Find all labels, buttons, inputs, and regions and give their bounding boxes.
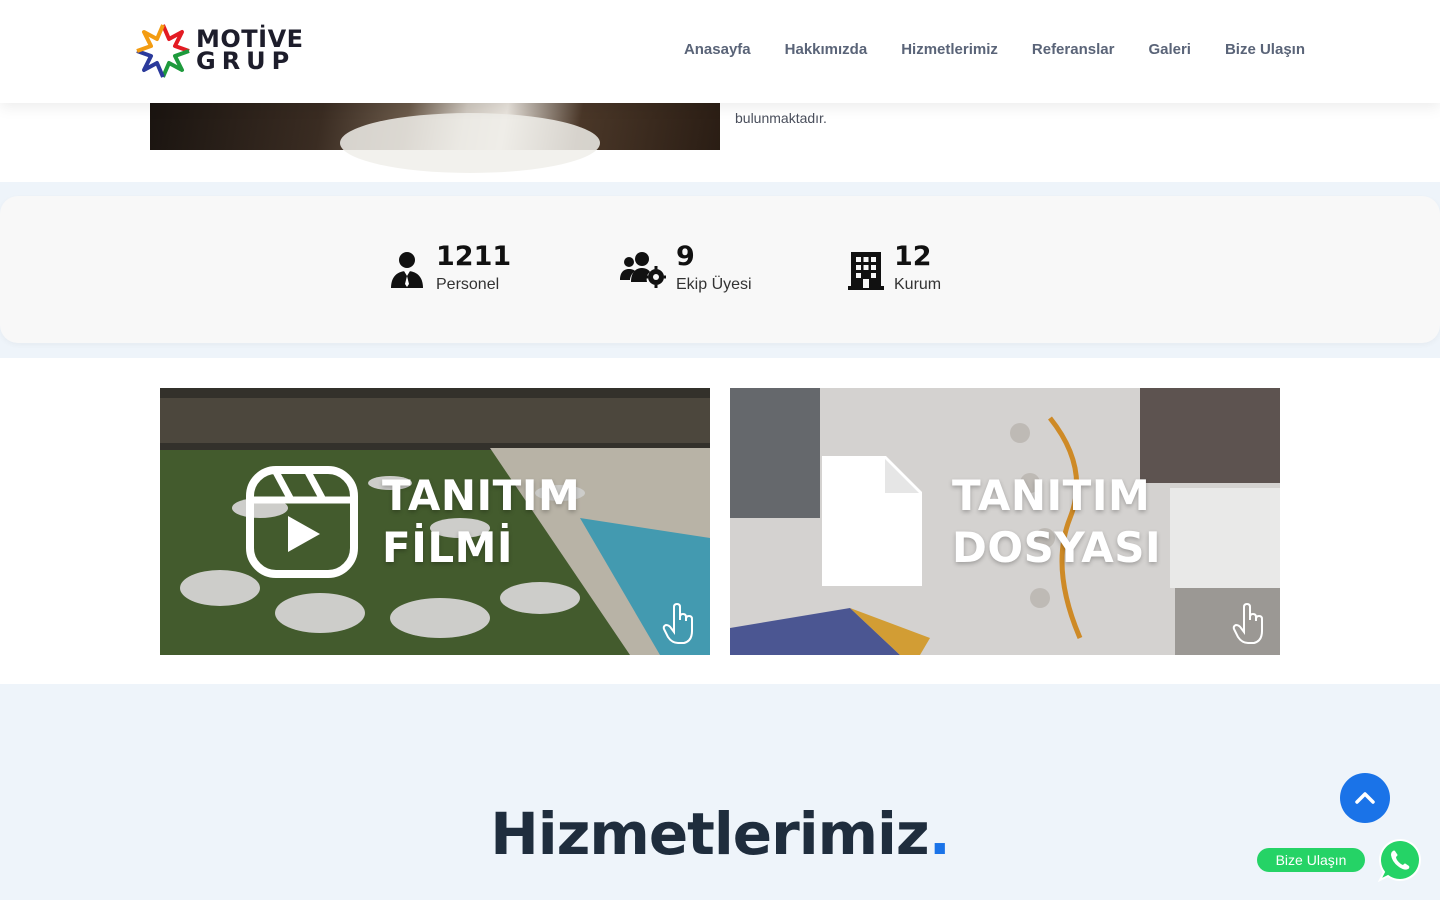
logo-wordmark: MOTİVE GRUP	[196, 27, 304, 75]
site-logo[interactable]: MOTİVE GRUP	[134, 22, 304, 80]
document-icon	[822, 456, 922, 586]
whatsapp-contact-label[interactable]: Bize Ulaşın	[1257, 848, 1365, 872]
scroll-to-top-button[interactable]	[1340, 773, 1390, 823]
about-text: bulunmaktadır.	[735, 110, 827, 126]
promo-film-line2: FİLMİ	[382, 523, 514, 572]
nav-contact[interactable]: Bize Ulaşın	[1225, 41, 1305, 58]
nav-about[interactable]: Hakkımızda	[785, 41, 868, 58]
services-title-dot: .	[928, 800, 951, 868]
stat-institution-value: 12	[894, 241, 932, 272]
promo-intro-film[interactable]: TANITIM FİLMİ	[160, 388, 710, 655]
chevron-up-icon	[1355, 792, 1375, 804]
promo-doc-line2: DOSYASI	[952, 523, 1162, 572]
whatsapp-icon	[1377, 838, 1421, 883]
stat-personnel-value: 1211	[436, 241, 512, 272]
site-header: MOTİVE GRUP Anasayfa Hakkımızda Hizmetle…	[0, 0, 1440, 103]
hand-pointer-icon	[1232, 603, 1263, 644]
person-tie-icon	[391, 252, 423, 288]
stat-institution: 12 Kurum	[848, 240, 941, 294]
whatsapp-button[interactable]	[1377, 838, 1422, 883]
hand-pointer-icon	[662, 603, 693, 644]
nav-home[interactable]: Anasayfa	[684, 41, 751, 58]
about-image	[150, 103, 720, 173]
stat-personnel: 1211 Personel	[388, 240, 511, 294]
services-title-text: Hizmetlerimiz	[490, 800, 929, 868]
nav-references[interactable]: Referanslar	[1032, 41, 1115, 58]
stat-team: 9 Ekip Üyesi	[620, 240, 752, 294]
promo-doc-line1: TANITIM	[952, 471, 1151, 520]
promo-doc-title: TANITIM DOSYASI	[952, 470, 1161, 574]
nav-services[interactable]: Hizmetlerimiz	[901, 41, 998, 58]
stat-institution-label: Kurum	[894, 276, 942, 293]
logo-star-icon	[136, 24, 190, 78]
building-icon	[848, 252, 884, 290]
stat-team-label: Ekip Üyesi	[676, 276, 752, 293]
promo-intro-document[interactable]: TANITIM DOSYASI	[730, 388, 1280, 655]
services-title: Hizmetlerimiz.	[0, 800, 1440, 868]
promo-film-line1: TANITIM	[382, 471, 581, 520]
nav-gallery[interactable]: Galeri	[1148, 41, 1191, 58]
logo-line-2: GRUP	[196, 47, 296, 75]
stat-personnel-label: Personel	[436, 276, 500, 293]
main-nav: Anasayfa Hakkımızda Hizmetlerimiz Refera…	[684, 41, 1305, 58]
promo-film-title: TANITIM FİLMİ	[382, 470, 580, 574]
stat-team-value: 9	[676, 241, 695, 272]
users-cog-icon	[620, 252, 666, 288]
video-play-icon	[246, 466, 358, 578]
